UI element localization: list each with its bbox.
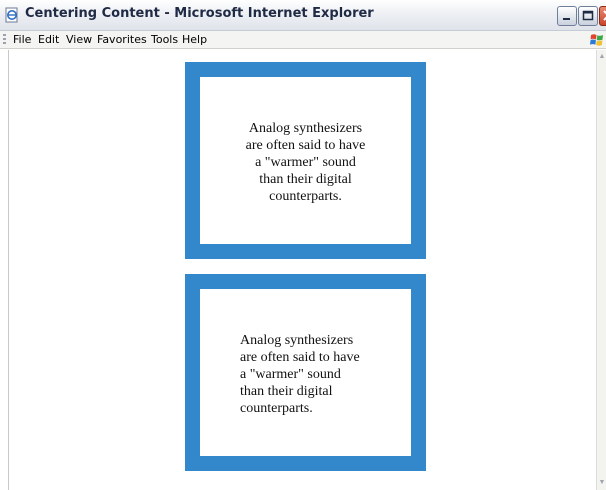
text-line: counterparts. <box>240 401 313 416</box>
vertical-scrollbar[interactable]: ▲ ▼ <box>596 50 606 490</box>
maximize-icon <box>582 10 594 21</box>
menu-help[interactable]: Help <box>182 33 207 46</box>
minimize-button[interactable] <box>557 6 577 26</box>
toolbar-grip[interactable] <box>3 34 6 46</box>
text-line: than their digital <box>240 384 333 399</box>
text-line: than their digital <box>259 172 352 187</box>
text-line: a "warmer" sound <box>240 367 341 382</box>
menu-favorites[interactable]: Favorites <box>97 33 147 46</box>
menu-view[interactable]: View <box>66 33 92 46</box>
content-box-centered: Analog synthesizers are often said to ha… <box>185 62 426 259</box>
text-line: are often said to have <box>245 138 366 153</box>
box-text-left: Analog synthesizers are often said to ha… <box>240 332 380 417</box>
scroll-down-icon[interactable]: ▼ <box>598 478 606 488</box>
window-title: Centering Content - Microsoft Internet E… <box>25 6 374 21</box>
browser-window: Centering Content - Microsoft Internet E… <box>0 0 606 490</box>
close-icon <box>603 10 606 21</box>
box-text-centered: Analog synthesizers are often said to ha… <box>200 120 411 205</box>
text-line: counterparts. <box>269 189 342 204</box>
menu-edit[interactable]: Edit <box>38 33 59 46</box>
scroll-up-icon[interactable]: ▲ <box>598 52 606 62</box>
menu-file[interactable]: File <box>13 33 31 46</box>
content-box-left-aligned: Analog synthesizers are often said to ha… <box>185 274 426 471</box>
page-content: Analog synthesizers are often said to ha… <box>8 50 596 490</box>
windows-flag-icon <box>590 34 603 46</box>
title-bar[interactable]: Centering Content - Microsoft Internet E… <box>0 0 606 31</box>
text-line: are often said to have <box>240 350 360 365</box>
text-line: a "warmer" sound <box>255 155 356 170</box>
text-line: Analog synthesizers <box>240 333 354 348</box>
menu-tools[interactable]: Tools <box>151 33 178 46</box>
close-button[interactable] <box>599 6 606 26</box>
menu-bar: File Edit View Favorites Tools Help <box>0 31 606 49</box>
minimize-icon <box>563 18 570 20</box>
ie-page-icon <box>5 7 18 23</box>
maximize-button[interactable] <box>578 6 598 26</box>
text-line: Analog synthesizers <box>248 121 363 136</box>
